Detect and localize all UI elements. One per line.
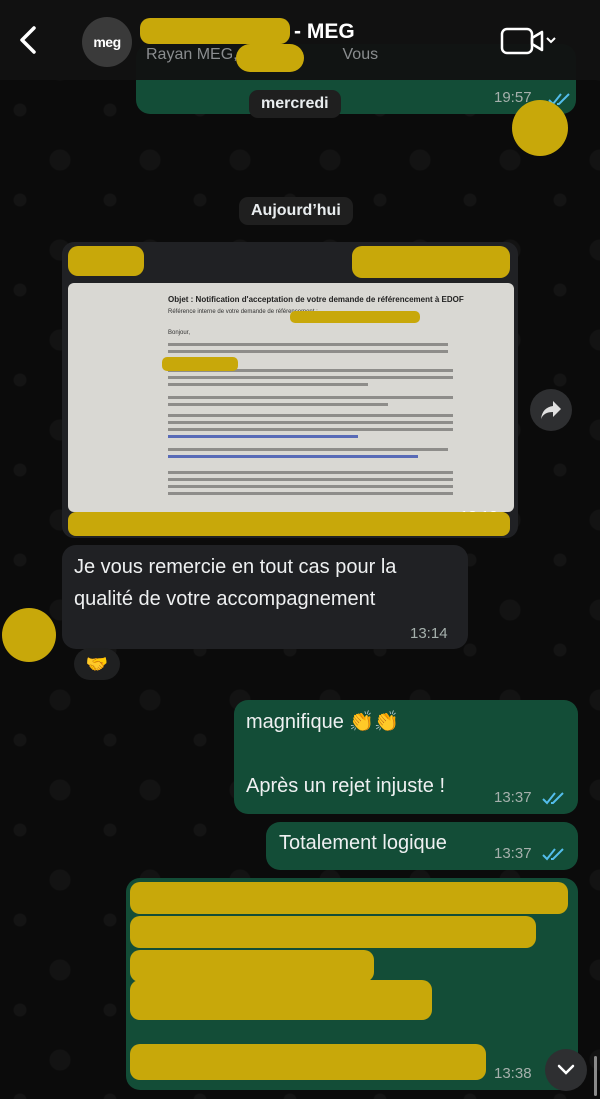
- rejet-text: Après un rejet injuste !: [246, 775, 445, 797]
- thanks-text: Je vous remercie en tout cas pour la qua…: [74, 556, 397, 610]
- doc-text-line: [168, 435, 358, 438]
- doc-text-line: [168, 455, 418, 458]
- forward-button[interactable]: [530, 389, 572, 431]
- doc-text-line: [168, 350, 448, 353]
- avatar-text: meg: [93, 34, 121, 50]
- doc-text-line: [168, 492, 453, 495]
- read-ticks-icon: [542, 848, 564, 861]
- redacted-text-line: [130, 882, 568, 914]
- chat-header: meg - MEG Rayan MEG, Vous: [0, 0, 600, 80]
- redacted-sender-phone: [352, 246, 510, 278]
- doc-text-line: [168, 478, 453, 481]
- date-separator: mercredi: [249, 90, 341, 118]
- date-separator: Aujourd’hui: [239, 197, 353, 225]
- doc-text-line: [168, 343, 448, 346]
- video-camera-icon[interactable]: [500, 26, 558, 56]
- redacted-sender: [68, 246, 144, 276]
- member-name: Rayan MEG,: [146, 46, 238, 63]
- chevron-down-icon: [557, 1064, 575, 1075]
- redacted-group-name: [140, 18, 290, 44]
- logique-text: Totalement logique: [279, 832, 447, 854]
- redacted-caption: [68, 512, 510, 536]
- magnifique-text: magnifique 👏👏: [246, 711, 400, 733]
- redacted-text-line: [130, 1044, 486, 1080]
- redacted-text-line: [130, 916, 536, 948]
- rejet-time: 13:37: [494, 789, 532, 806]
- scrollbar[interactable]: [594, 1056, 597, 1096]
- read-ticks-icon: [542, 792, 564, 805]
- member-you: Vous: [342, 46, 379, 63]
- redacted-text-line: [130, 980, 432, 1020]
- group-avatar[interactable]: meg: [82, 17, 132, 67]
- redacted-text-line: [130, 950, 374, 982]
- doc-text-line: [168, 485, 453, 488]
- chat-title[interactable]: - MEG: [294, 20, 355, 44]
- redacted-reference: [290, 311, 420, 323]
- scroll-down-button[interactable]: [545, 1049, 587, 1091]
- redacted-service: [162, 357, 238, 371]
- document-photo[interactable]: Objet : Notification d'acceptation de vo…: [68, 283, 514, 512]
- doc-greeting: Bonjour,: [168, 330, 191, 336]
- doc-text-line: [168, 428, 453, 431]
- last-time: 13:38: [494, 1065, 532, 1082]
- chevron-left-icon[interactable]: [14, 22, 44, 58]
- doc-text-line: [168, 376, 453, 379]
- reaction-badge[interactable]: 🤝: [74, 648, 120, 680]
- doc-text-line: [168, 383, 368, 386]
- redacted-member: [236, 44, 304, 72]
- doc-text-line: [168, 396, 453, 399]
- doc-text-line: [168, 414, 453, 417]
- doc-text-line: [168, 403, 388, 406]
- thanks-time: 13:14: [410, 625, 448, 642]
- doc-text-line: [168, 448, 448, 451]
- logique-time: 13:37: [494, 845, 532, 862]
- doc-text-line: [168, 471, 453, 474]
- doc-text-line: [168, 421, 453, 424]
- redacted-sender-avatar: [2, 608, 56, 662]
- doc-heading: Objet : Notification d'acceptation de vo…: [168, 295, 464, 304]
- forward-icon: [541, 401, 561, 419]
- redacted-avatar: [512, 100, 568, 156]
